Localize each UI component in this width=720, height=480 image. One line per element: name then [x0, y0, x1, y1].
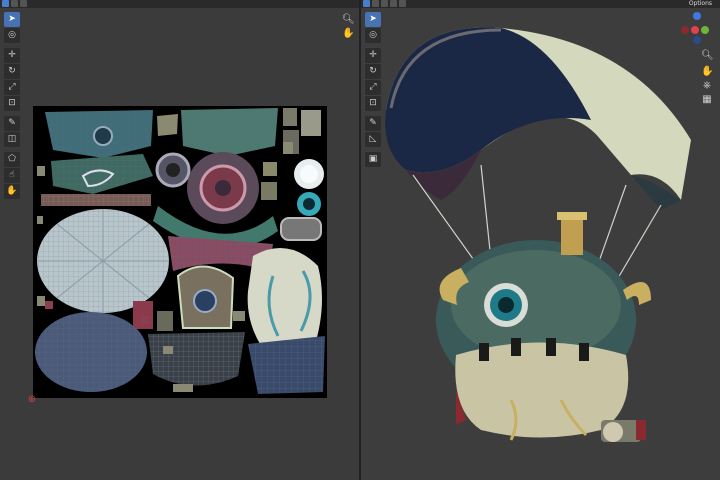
transform-icon: ⊡ — [8, 98, 16, 108]
pinch-icon: ✋ — [6, 186, 18, 196]
uv-editor-header — [0, 0, 359, 8]
rip-icon: ◫ — [7, 134, 17, 144]
2d-cursor-icon[interactable]: ⊕ — [26, 394, 38, 406]
parachute-robot-model[interactable] — [361, 0, 720, 480]
editor-type-button[interactable] — [2, 0, 9, 7]
uv-islands-image — [35, 108, 325, 394]
annotate-icon: ✎ — [8, 118, 16, 128]
relax-tool[interactable]: ☝ — [4, 168, 20, 183]
zoom-icon[interactable]: 🔍︎ — [342, 14, 355, 26]
select-icon: ➤ — [8, 14, 16, 24]
relax-icon: ☝ — [9, 170, 15, 180]
rip-tool[interactable]: ◫ — [4, 132, 20, 147]
pinch-tool[interactable]: ✋ — [4, 184, 20, 199]
annotate-tool[interactable]: ✎ — [4, 116, 20, 131]
pan-icon[interactable]: ✋ — [342, 28, 354, 40]
move-tool[interactable]: ✛ — [4, 48, 20, 63]
cursor-icon: ◎ — [8, 30, 16, 40]
select-tool[interactable]: ➤ — [4, 12, 20, 27]
mode-button[interactable] — [11, 0, 18, 7]
rotate-tool[interactable]: ↻ — [4, 64, 20, 79]
scale-tool[interactable]: ⤢ — [4, 80, 20, 95]
scale-icon: ⤢ — [8, 82, 16, 92]
move-icon: ✛ — [8, 50, 16, 60]
transform-tool[interactable]: ⊡ — [4, 96, 20, 111]
cursor-tool[interactable]: ◎ — [4, 28, 20, 43]
view-menu-button[interactable] — [20, 0, 27, 7]
grab-icon: ⬠ — [8, 154, 16, 164]
uv-editor-pane: ➤ ◎ ✛ ↻ ⤢ ⊡ ✎ ◫ ⬠ ☝ ✋ 🔍︎ ✋ ⊕ — [0, 0, 359, 480]
uv-texture-canvas[interactable] — [33, 106, 327, 398]
grab-tool[interactable]: ⬠ — [4, 152, 20, 167]
rotate-icon: ↻ — [8, 66, 16, 76]
3d-viewport-pane: Options ➤ ◎ ✛ ↻ ⤢ ⊡ ✎ ◺ ▣ 🔍︎ ✋ ⎈ ▦ — [361, 0, 720, 480]
